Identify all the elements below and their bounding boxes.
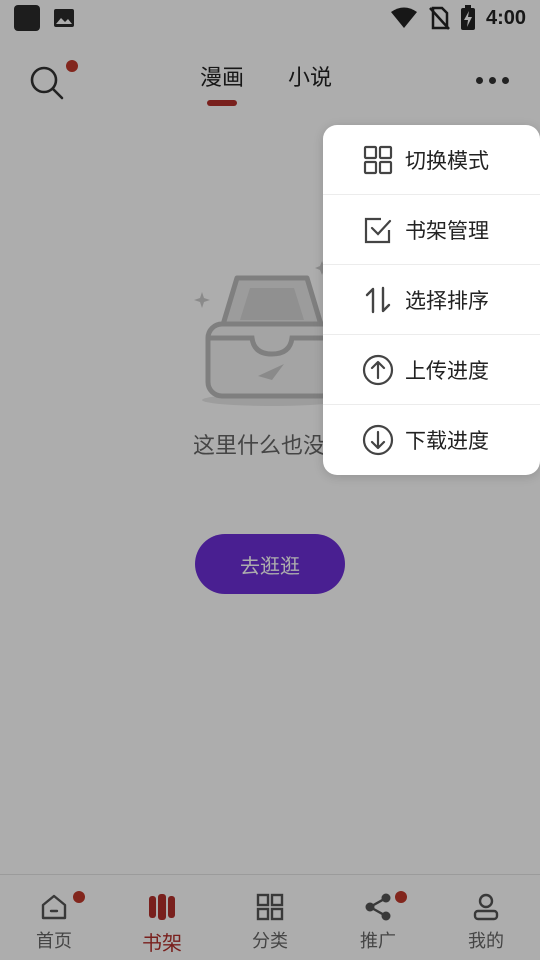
grid-icon [363,145,393,174]
sort-icon [365,286,391,313]
upload-icon [362,354,394,385]
menu-item-switch-mode[interactable]: 切换模式 [323,125,540,195]
menu-item-upload-progress[interactable]: 上传进度 [323,335,540,405]
checkbox-icon [364,217,392,243]
menu-item-shelf-manage[interactable]: 书架管理 [323,195,540,265]
menu-item-download-progress[interactable]: 下载进度 [323,405,540,475]
menu-label: 选择排序 [405,288,489,313]
menu-label: 切换模式 [405,148,489,173]
menu-label: 上传进度 [405,358,489,383]
dim-overlay-bottom [0,874,540,960]
menu-item-sort[interactable]: 选择排序 [323,265,540,335]
download-icon [362,424,394,456]
menu-label: 书架管理 [405,218,489,243]
more-options-menu: 切换模式 书架管理 选择排序 上传进度 下载进度 [323,125,540,475]
menu-label: 下载进度 [405,429,489,453]
